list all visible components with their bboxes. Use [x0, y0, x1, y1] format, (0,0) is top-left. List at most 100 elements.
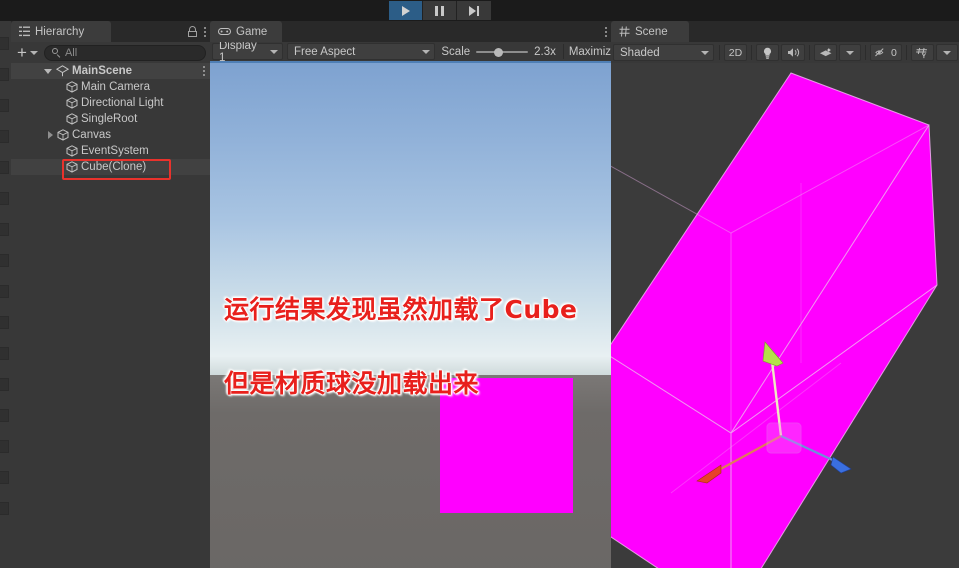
display-dropdown[interactable]: Display 1	[212, 42, 283, 63]
gizmo-center-handle	[766, 422, 802, 454]
hierarchy-panel: Hierarchy + All MainScene Main Camera Di…	[11, 21, 210, 568]
list-item[interactable]: SingleRoot	[11, 111, 210, 127]
step-icon	[469, 5, 479, 16]
list-item-label: Main Camera	[81, 81, 151, 93]
cube-icon	[66, 97, 78, 109]
scene-panel: Scene Shaded 2D 0	[611, 21, 959, 568]
scene-viewport-content	[611, 72, 938, 568]
play-button[interactable]	[389, 1, 423, 20]
scene-audio-button[interactable]	[781, 44, 805, 61]
list-item-label: Directional Light	[81, 97, 164, 109]
lock-icon[interactable]	[188, 26, 197, 37]
speaker-icon	[787, 48, 799, 57]
search-input[interactable]: All	[43, 44, 206, 61]
hierarchy-toolbar: + All	[11, 42, 210, 63]
list-item[interactable]: Canvas	[11, 127, 210, 143]
strip-slot[interactable]	[0, 409, 9, 422]
list-item-label: EventSystem	[81, 145, 149, 157]
hidden-objects-button[interactable]: 0	[869, 44, 902, 61]
strip-slot[interactable]	[0, 37, 9, 50]
display-dropdown-label: Display 1	[219, 42, 257, 63]
aspect-dropdown-label: Free Aspect	[293, 45, 356, 58]
scene-grid-button[interactable]	[910, 44, 935, 61]
chevron-down-icon	[269, 49, 278, 54]
scale-control[interactable]: Scale 2.3x	[437, 46, 560, 58]
scene-cube-object	[611, 72, 938, 568]
hidden-objects-count: 0	[890, 46, 897, 59]
game-view[interactable]: 运行结果发现虽然加载了Cube 但是材质球没加载出来	[210, 63, 611, 568]
list-item-label: SingleRoot	[81, 113, 138, 125]
aspect-dropdown[interactable]: Free Aspect	[286, 43, 436, 60]
game-tab-row: Game	[210, 21, 611, 42]
strip-slot[interactable]	[0, 254, 9, 267]
hierarchy-tab-row: Hierarchy	[11, 21, 210, 42]
scene-view[interactable]	[611, 63, 959, 568]
list-item[interactable]: Directional Light	[11, 95, 210, 111]
tab-game[interactable]: Game	[210, 21, 282, 42]
search-icon	[51, 48, 61, 58]
maximize-on-play-label[interactable]: Maximiz	[567, 46, 611, 58]
strip-slot[interactable]	[0, 192, 9, 205]
hierarchy-icon	[19, 26, 30, 37]
grid-icon	[619, 26, 630, 37]
strip-slot[interactable]	[0, 161, 9, 174]
strip-slot[interactable]	[0, 440, 9, 453]
strip-slot[interactable]	[0, 471, 9, 484]
strip-slot[interactable]	[0, 316, 9, 329]
scene-grid-dropdown[interactable]	[936, 44, 959, 61]
list-item[interactable]: EventSystem	[11, 143, 210, 159]
strip-slot[interactable]	[0, 130, 9, 143]
eye-off-icon	[875, 48, 884, 57]
grid-visibility-icon	[915, 47, 927, 58]
effects-icon	[819, 47, 832, 56]
lightbulb-icon	[764, 47, 772, 59]
unity-editor-window: Hierarchy + All MainScene Main Camera Di…	[0, 0, 959, 568]
strip-slot[interactable]	[0, 223, 9, 236]
cube-icon	[66, 81, 78, 93]
tab-scene[interactable]: Scene	[611, 21, 689, 42]
scene-effects-button[interactable]	[813, 44, 838, 61]
strip-slot[interactable]	[0, 378, 9, 391]
pause-icon	[435, 5, 444, 16]
scene-effects-dropdown[interactable]	[839, 44, 862, 61]
tab-hierarchy-label: Hierarchy	[35, 25, 85, 38]
annotation-text-line-1: 运行结果发现虽然加载了Cube	[224, 295, 578, 324]
tab-hierarchy[interactable]: Hierarchy	[11, 21, 111, 42]
game-tab-actions	[605, 21, 607, 42]
strip-slot[interactable]	[0, 347, 9, 360]
plus-icon: +	[17, 43, 27, 62]
kebab-menu-icon[interactable]	[605, 26, 607, 37]
step-button[interactable]	[457, 1, 491, 20]
cube-icon	[66, 113, 78, 125]
list-item-selected[interactable]: Cube(Clone)	[11, 159, 210, 175]
chevron-down-icon[interactable]	[44, 68, 52, 74]
chevron-right-icon[interactable]	[48, 131, 53, 139]
list-item[interactable]: Main Camera	[11, 79, 210, 95]
cube-icon	[66, 145, 78, 157]
chevron-down-icon	[700, 50, 709, 55]
chevron-down-icon	[943, 50, 952, 55]
playback-controls	[389, 1, 491, 20]
scale-slider[interactable]	[476, 46, 529, 58]
strip-slot[interactable]	[0, 68, 9, 81]
hierarchy-scene-label: MainScene	[72, 65, 133, 77]
toggle-2d-button[interactable]: 2D	[723, 44, 748, 61]
play-icon	[401, 5, 410, 16]
strip-slot[interactable]	[0, 99, 9, 112]
scene-kebab-menu-icon[interactable]	[203, 63, 205, 79]
shading-mode-dropdown[interactable]: Shaded	[613, 44, 714, 61]
scene-lighting-button[interactable]	[756, 44, 780, 61]
kebab-menu-icon[interactable]	[204, 26, 206, 37]
add-object-button[interactable]: +	[15, 43, 40, 62]
pause-button[interactable]	[423, 1, 457, 20]
strip-slot[interactable]	[0, 502, 9, 515]
hierarchy-scene-row[interactable]: MainScene	[11, 63, 210, 79]
left-panel-strip	[0, 21, 11, 568]
game-panel: Game Display 1 Free Aspect Scale 2.3x Ma…	[210, 21, 611, 568]
chevron-down-icon	[846, 50, 855, 55]
toggle-2d-label: 2D	[728, 46, 743, 59]
annotation-text-line-2: 但是材质球没加载出来	[224, 369, 480, 398]
scale-label: Scale	[441, 45, 471, 58]
slider-knob[interactable]	[494, 47, 504, 57]
strip-slot[interactable]	[0, 285, 9, 298]
